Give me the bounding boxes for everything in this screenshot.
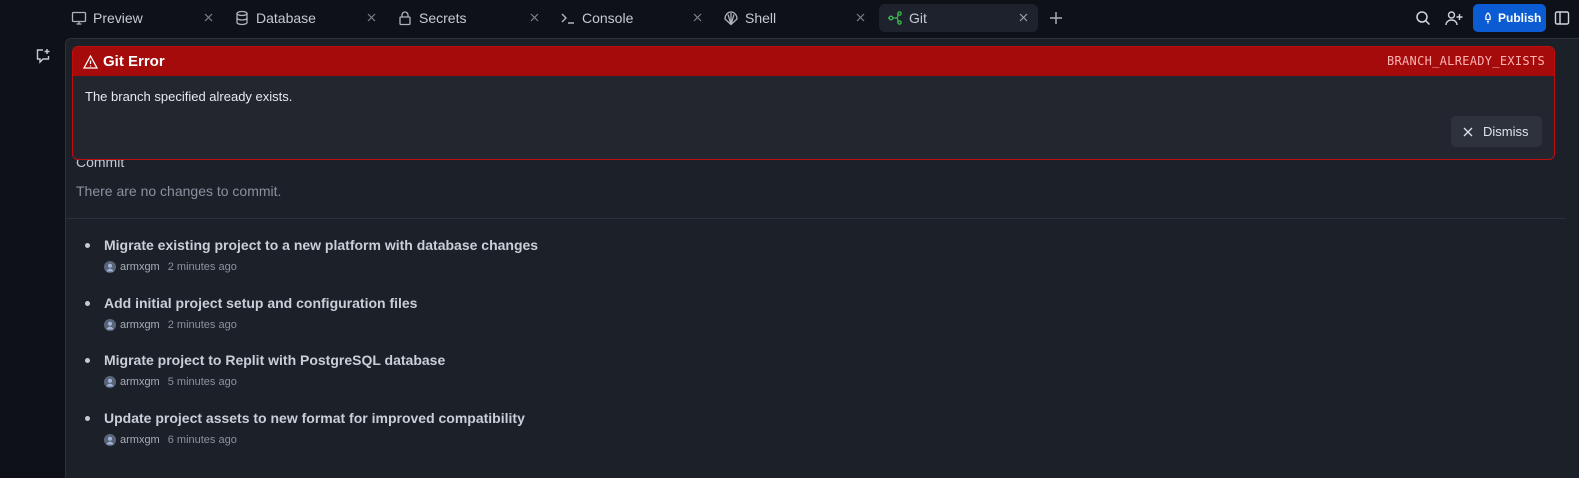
- commit-message: Migrate project to Replit with PostgreSQ…: [104, 352, 446, 369]
- publish-button[interactable]: Publish: [1473, 4, 1546, 32]
- tab-secrets[interactable]: Secrets: [389, 4, 549, 32]
- avatar: [104, 434, 116, 447]
- invite-user-icon[interactable]: [1445, 9, 1463, 27]
- divider: [66, 218, 1566, 219]
- commit-message: Migrate existing project to a new platfo…: [104, 237, 539, 253]
- bullet: [85, 416, 90, 422]
- bullet: [85, 300, 90, 306]
- new-chat-icon[interactable]: [34, 47, 52, 65]
- close-icon: [1462, 126, 1474, 138]
- dismiss-button[interactable]: Dismiss: [1451, 116, 1542, 147]
- tab-preview[interactable]: Preview: [63, 4, 223, 32]
- publish-icon: [1482, 12, 1494, 24]
- error-header: Git Error BRANCH_ALREADY_EXISTS: [73, 47, 1554, 76]
- commit-time: 5 minutes ago: [167, 376, 237, 389]
- tab-shell[interactable]: Shell: [715, 4, 875, 32]
- close-icon[interactable]: [690, 10, 704, 24]
- close-icon[interactable]: [853, 10, 867, 24]
- close-icon[interactable]: [364, 10, 378, 24]
- commit-meta: armxgm 6 minutes ago: [104, 434, 237, 447]
- tab-label: Shell: [745, 10, 777, 26]
- commit-author: armxgm: [120, 376, 160, 389]
- commit-author: armxgm: [120, 261, 160, 273]
- bullet: [85, 243, 90, 248]
- monitor-icon: [71, 10, 87, 26]
- commit-item[interactable]: Migrate existing project to a new platfo…: [85, 237, 1485, 295]
- commit-item[interactable]: Update project assets to new format for …: [85, 410, 1485, 468]
- commit-meta: armxgm 2 minutes ago: [104, 261, 237, 273]
- close-icon[interactable]: [1016, 10, 1030, 24]
- terminal-icon: [560, 10, 576, 26]
- dismiss-label: Dismiss: [1483, 124, 1529, 139]
- tab-label: Database: [256, 10, 316, 26]
- commit-list: Migrate existing project to a new platfo…: [85, 237, 1485, 468]
- tab-label: Git: [909, 10, 927, 26]
- tab-git[interactable]: Git: [879, 4, 1038, 32]
- left-rail: [0, 36, 66, 478]
- git-branch-icon: [887, 10, 903, 26]
- commit-author: armxgm: [120, 318, 160, 331]
- warning-icon: [83, 54, 98, 69]
- commit-message: Update project assets to new format for …: [104, 410, 525, 427]
- tab-label: Console: [582, 10, 634, 26]
- add-tab-button[interactable]: [1047, 9, 1065, 27]
- avatar: [104, 318, 116, 331]
- shell-icon: [723, 10, 739, 26]
- tab-label: Preview: [93, 10, 143, 26]
- database-icon: [234, 10, 250, 26]
- search-icon[interactable]: [1414, 9, 1432, 27]
- commit-author: armxgm: [120, 434, 160, 447]
- commit-empty-message: There are no changes to commit.: [76, 183, 282, 199]
- tab-bar: Preview Database Secrets Console Shell G…: [0, 0, 1579, 36]
- avatar: [104, 376, 116, 389]
- commit-meta: armxgm 2 minutes ago: [104, 318, 237, 331]
- close-icon[interactable]: [201, 10, 215, 24]
- commit-item[interactable]: Migrate project to Replit with PostgreSQ…: [85, 352, 1485, 410]
- tab-console[interactable]: Console: [552, 4, 712, 32]
- commit-meta: armxgm 5 minutes ago: [104, 376, 237, 389]
- error-code: BRANCH_ALREADY_EXISTS: [1386, 54, 1545, 68]
- commit-time: 6 minutes ago: [167, 434, 237, 447]
- commit-time: 2 minutes ago: [167, 261, 237, 273]
- bullet: [85, 358, 90, 364]
- commit-item[interactable]: Add initial project setup and configurat…: [85, 295, 1485, 353]
- tab-label: Secrets: [419, 10, 467, 26]
- lock-icon: [397, 10, 413, 26]
- publish-label: Publish: [1498, 11, 1542, 25]
- tab-database[interactable]: Database: [226, 4, 386, 32]
- error-message: The branch specified already exists.: [85, 89, 293, 104]
- commit-message: Add initial project setup and configurat…: [104, 294, 418, 311]
- git-error-dialog: Git Error BRANCH_ALREADY_EXISTS The bran…: [72, 46, 1555, 160]
- commit-time: 2 minutes ago: [167, 318, 237, 331]
- layout-toggle-icon[interactable]: [1553, 9, 1571, 27]
- error-title: Git Error: [103, 53, 165, 70]
- avatar: [104, 261, 116, 273]
- close-icon[interactable]: [527, 10, 541, 24]
